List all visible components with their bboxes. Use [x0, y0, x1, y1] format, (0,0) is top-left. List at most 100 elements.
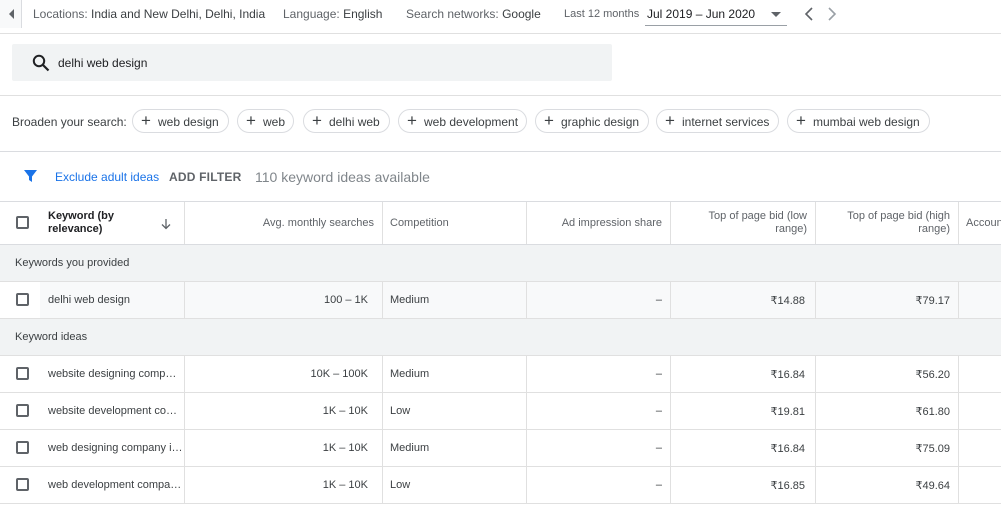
collapse-button[interactable]	[0, 0, 22, 28]
search-icon	[32, 54, 50, 72]
competition-value: Low	[390, 479, 411, 491]
bid-high-value: ₹56.20	[915, 369, 950, 381]
header-bid-low[interactable]: Top of page bid (low range)	[671, 202, 816, 244]
locations-value: India and New Delhi, Delhi, India	[91, 7, 266, 21]
broaden-search-bar: Broaden your search: + web design + web …	[0, 95, 1001, 150]
plus-icon: +	[246, 111, 256, 130]
keyword-ideas-table: Keyword (by relevance) Avg. monthly sear…	[0, 201, 1001, 504]
row-checkbox[interactable]	[16, 367, 29, 380]
networks-value: Google	[502, 7, 541, 21]
keyword-text: website designing comp…	[48, 368, 177, 380]
broaden-chip-delhi-web[interactable]: + delhi web	[303, 109, 390, 133]
bid-high-cell: ₹56.20	[816, 356, 959, 392]
networks-setting[interactable]: Search networks: Google	[406, 7, 541, 21]
keyword-cell: delhi web design	[40, 282, 185, 318]
bid-low-value: ₹16.84	[770, 369, 805, 381]
row-checkbox[interactable]	[16, 293, 29, 306]
header-competition[interactable]: Competition	[383, 202, 527, 244]
broaden-chip-internet-services[interactable]: + internet services	[656, 109, 779, 133]
header-account-label: Account status	[966, 217, 1001, 229]
row-select-cell	[0, 467, 40, 503]
caret-left-icon	[9, 9, 14, 19]
share-value: –	[655, 294, 662, 306]
chip-label: web development	[424, 115, 519, 129]
share-value: –	[655, 405, 662, 417]
row-checkbox[interactable]	[16, 441, 29, 454]
filter-bar: Exclude adult ideas ADD FILTER 110 keywo…	[0, 151, 1001, 201]
row-checkbox[interactable]	[16, 404, 29, 417]
bid-high-value: ₹79.17	[915, 295, 950, 307]
table-row[interactable]: delhi web design 100 – 1K Medium – ₹14.8…	[0, 282, 1001, 319]
searches-cell: 100 – 1K	[185, 282, 383, 318]
chip-label: mumbai web design	[813, 115, 920, 129]
keyword-text: website development co…	[48, 405, 178, 417]
table-header-row: Keyword (by relevance) Avg. monthly sear…	[0, 202, 1001, 245]
competition-cell: Medium	[383, 356, 527, 392]
header-select-cell	[0, 202, 40, 244]
share-value: –	[655, 368, 662, 380]
table-row[interactable]: website development co… 1K – 10K Low – ₹…	[0, 393, 1001, 430]
select-all-checkbox[interactable]	[16, 216, 29, 229]
broaden-chip-web[interactable]: + web	[237, 109, 294, 133]
searches-value: 1K – 10K	[322, 442, 368, 454]
table-row[interactable]: website designing comp… 10K – 100K Mediu…	[0, 356, 1001, 393]
filter-icon[interactable]	[23, 169, 38, 184]
searches-value: 1K – 10K	[322, 405, 368, 417]
broaden-label: Broaden your search:	[12, 115, 127, 129]
sort-arrow-down-icon[interactable]	[161, 218, 171, 230]
competition-cell: Low	[383, 393, 527, 429]
account-cell	[959, 393, 1001, 429]
share-cell: –	[527, 467, 671, 503]
networks-label: Search networks:	[406, 7, 499, 21]
exclude-adult-ideas-link[interactable]: Exclude adult ideas	[55, 170, 159, 184]
header-ad-impression-share[interactable]: Ad impression share	[527, 202, 671, 244]
header-bid-high-line1: Top of page bid (high	[847, 210, 950, 222]
date-range-dropdown[interactable]: Jul 2019 – Jun 2020	[645, 4, 787, 26]
plus-icon: +	[407, 111, 417, 130]
header-bid-high[interactable]: Top of page bid (high range)	[816, 202, 959, 244]
locations-setting[interactable]: Locations: India and New Delhi, Delhi, I…	[33, 7, 265, 21]
header-keyword[interactable]: Keyword (by relevance)	[40, 202, 185, 244]
broaden-chip-graphic-design[interactable]: + graphic design	[535, 109, 649, 133]
header-account-status[interactable]: Account status	[959, 202, 1001, 244]
keyword-text: web designing company i…	[48, 442, 183, 454]
language-setting[interactable]: Language: English	[283, 7, 382, 21]
header-avg-monthly-searches[interactable]: Avg. monthly searches	[185, 202, 383, 244]
competition-value: Medium	[390, 294, 430, 306]
bid-high-cell: ₹49.64	[816, 467, 959, 503]
group-label-ideas: Keyword ideas	[15, 331, 88, 343]
search-input[interactable]	[58, 53, 578, 73]
broaden-chip-web-development[interactable]: + web development	[398, 109, 527, 133]
bid-high-cell: ₹79.17	[816, 282, 959, 318]
keyword-search-box[interactable]	[12, 44, 612, 81]
keyword-cell: website designing comp…	[40, 356, 185, 392]
keyword-cell: web designing company i…	[40, 430, 185, 466]
row-select-cell	[0, 282, 40, 318]
group-header-ideas: Keyword ideas	[0, 319, 1001, 356]
competition-value: Medium	[390, 368, 430, 380]
language-label: Language:	[283, 7, 340, 21]
row-select-cell	[0, 430, 40, 466]
header-bid-high-line2: range)	[918, 223, 950, 235]
bid-high-value: ₹75.09	[915, 443, 950, 455]
period-label: Last 12 months	[564, 8, 640, 20]
bid-high-value: ₹49.64	[915, 480, 950, 492]
plus-icon: +	[312, 111, 322, 130]
account-cell	[959, 282, 1001, 318]
add-filter-button[interactable]: ADD FILTER	[169, 170, 241, 184]
competition-cell: Low	[383, 467, 527, 503]
bid-high-cell: ₹75.09	[816, 430, 959, 466]
share-cell: –	[527, 356, 671, 392]
keyword-cell: web development compa…	[40, 467, 185, 503]
table-row[interactable]: web designing company i… 1K – 10K Medium…	[0, 430, 1001, 467]
chevron-right-icon[interactable]	[826, 7, 838, 21]
searches-cell: 1K – 10K	[185, 393, 383, 429]
row-checkbox[interactable]	[16, 478, 29, 491]
table-row[interactable]: web development compa… 1K – 10K Low – ₹1…	[0, 467, 1001, 504]
broaden-chip-mumbai-web-design[interactable]: + mumbai web design	[787, 109, 930, 133]
broaden-chip-web-design[interactable]: + web design	[132, 109, 229, 133]
chevron-left-icon[interactable]	[803, 7, 815, 21]
bid-low-cell: ₹16.85	[671, 467, 816, 503]
bid-low-value: ₹19.81	[770, 406, 805, 418]
account-cell	[959, 356, 1001, 392]
